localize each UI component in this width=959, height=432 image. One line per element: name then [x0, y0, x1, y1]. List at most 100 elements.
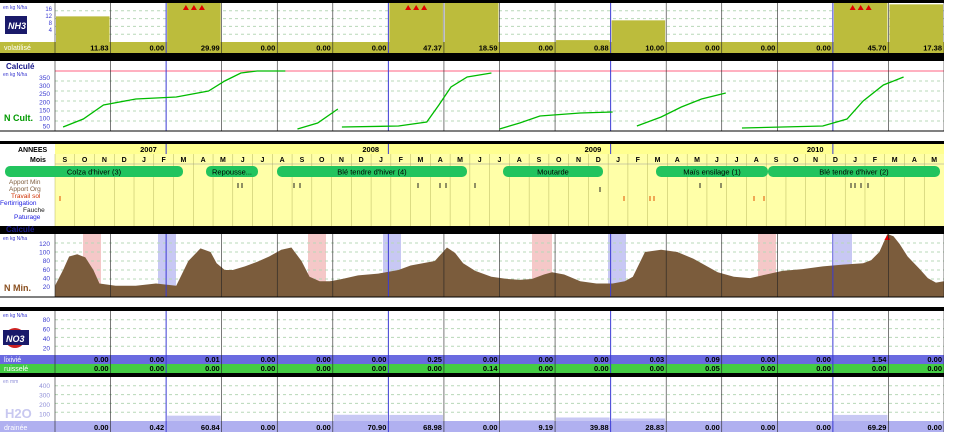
nmin-tick-label: 20 — [43, 284, 51, 291]
ruis-value-label: 0.00 — [427, 364, 442, 373]
nmin-tick-label: 80 — [43, 258, 51, 265]
month-label: A — [675, 157, 680, 164]
month-label: A — [754, 157, 759, 164]
drain-value-label: 39.88 — [590, 423, 609, 432]
separator-bar — [0, 53, 959, 61]
nmin-tick-label: 100 — [39, 250, 50, 257]
drain-bar — [167, 415, 221, 421]
month-label: S — [300, 157, 305, 164]
nmin-bottom-strip — [0, 297, 959, 307]
lix-value-label: 0.00 — [316, 355, 331, 364]
lix-row — [0, 355, 959, 364]
nh3-bar — [889, 4, 943, 42]
ncult-bottom-plot — [55, 131, 944, 141]
row-label-paturage: Paturage — [14, 214, 41, 221]
nmin-side-label: N Min. — [4, 283, 31, 293]
month-label: M — [220, 157, 226, 164]
nh3-value-label: 0.00 — [816, 44, 831, 53]
lix-value-label: 0.00 — [927, 355, 942, 364]
drain-value-label: 0.00 — [483, 423, 498, 432]
crop-band — [55, 154, 944, 226]
nh3-bar — [56, 16, 110, 42]
lix-value-label: 1.54 — [872, 355, 887, 364]
nh3-value-label: 0.00 — [150, 44, 165, 53]
separator-bar-2 — [0, 141, 959, 144]
nh3-tick-label: 16 — [45, 7, 52, 13]
drain-row-label: drainée — [4, 425, 27, 432]
no3-tick-label: 40 — [43, 336, 51, 343]
ruis-row-label: ruisselé — [4, 366, 28, 373]
h2o-tick-label: 400 — [39, 383, 50, 390]
nh3-bar — [556, 40, 610, 42]
top-border — [0, 0, 959, 3]
month-label: J — [379, 157, 383, 164]
crop-label: Moutarde — [537, 168, 569, 177]
nh3-value-label: 17.38 — [923, 44, 942, 53]
nmin-unit: en kg N/ha — [3, 236, 27, 242]
drain-value-label: 0.00 — [705, 423, 720, 432]
month-label: S — [774, 157, 779, 164]
ruis-value-label: 0.00 — [261, 364, 276, 373]
nh3-tick-label: 12 — [45, 14, 52, 20]
ruis-value-label: 0.00 — [594, 364, 609, 373]
month-label: M — [655, 157, 661, 164]
row-label-apport-org: Apport Org — [9, 186, 41, 193]
ruis-value-label: 0.00 — [94, 364, 109, 373]
separator-bar-3 — [0, 226, 959, 234]
lix-value-label: 0.00 — [94, 355, 109, 364]
drain-value-label: 0.00 — [816, 423, 831, 432]
month-label: S — [63, 157, 68, 164]
h2o-unit: en mm — [3, 379, 18, 385]
month-label: F — [162, 157, 167, 164]
h2o-icon-text: H2O — [5, 406, 32, 421]
ruis-value-label: 0.00 — [205, 364, 220, 373]
drain-value-label: 60.84 — [201, 423, 221, 432]
ruis-value-label: 0.05 — [705, 364, 720, 373]
crop-nitrogen-chart: en kg N/haNH3161284volatilisé 11.83 0.00 29… — [0, 0, 959, 432]
drain-value-label: 0.00 — [94, 423, 109, 432]
crop-label: Repousse... — [212, 168, 252, 177]
separator-bar-5 — [0, 373, 959, 377]
lix-value-label: 0.00 — [761, 355, 776, 364]
drain-value-label: 0.00 — [927, 423, 942, 432]
drain-value-label: 69.29 — [868, 423, 887, 432]
month-label: J — [142, 157, 146, 164]
month-label: O — [82, 157, 88, 164]
nh3-unit-label: en kg N/ha — [3, 5, 27, 11]
nmin-tick-label: 120 — [39, 241, 50, 248]
drain-value-label: 28.83 — [645, 423, 664, 432]
ruis-row — [0, 364, 959, 373]
month-label: F — [399, 157, 404, 164]
month-label: A — [438, 157, 443, 164]
drain-value-label: 68.98 — [423, 423, 442, 432]
crop-label: Blé tendre d'hiver (2) — [819, 168, 889, 177]
drain-value-label: 0.00 — [261, 423, 276, 432]
month-label: D — [359, 157, 364, 164]
month-label: M — [457, 157, 463, 164]
ncult-side-label: N Cult. — [4, 113, 33, 123]
lix-value-label: 0.00 — [538, 355, 553, 364]
lix-value-label: 0.00 — [261, 355, 276, 364]
lix-value-label: 0.00 — [372, 355, 387, 364]
month-label: D — [596, 157, 601, 164]
drain-bar — [556, 417, 610, 421]
ncult-tick-label: 300 — [39, 83, 50, 90]
no3-icon-text: NO3 — [6, 334, 25, 344]
nh3-row-label: volatilisé — [4, 45, 31, 52]
drain-value-label: 9.19 — [538, 423, 553, 432]
no3-tick-label: 60 — [43, 327, 51, 334]
ncult-tick-label: 100 — [39, 116, 50, 123]
nh3-value-label: 45.70 — [868, 44, 887, 53]
mois-label: Mois — [30, 157, 46, 164]
nmin-tick-label: 60 — [43, 267, 51, 274]
month-label: N — [339, 157, 344, 164]
year-label: 2008 — [362, 145, 379, 154]
month-label: A — [517, 157, 522, 164]
ncult-tick-label: 50 — [43, 124, 51, 131]
lix-value-label: 0.03 — [650, 355, 665, 364]
drain-row — [0, 421, 959, 432]
year-label: 2009 — [585, 145, 602, 154]
month-label: A — [201, 157, 206, 164]
nh3-value-label: 0.00 — [538, 44, 553, 53]
nh3-value-label: 18.59 — [479, 44, 498, 53]
